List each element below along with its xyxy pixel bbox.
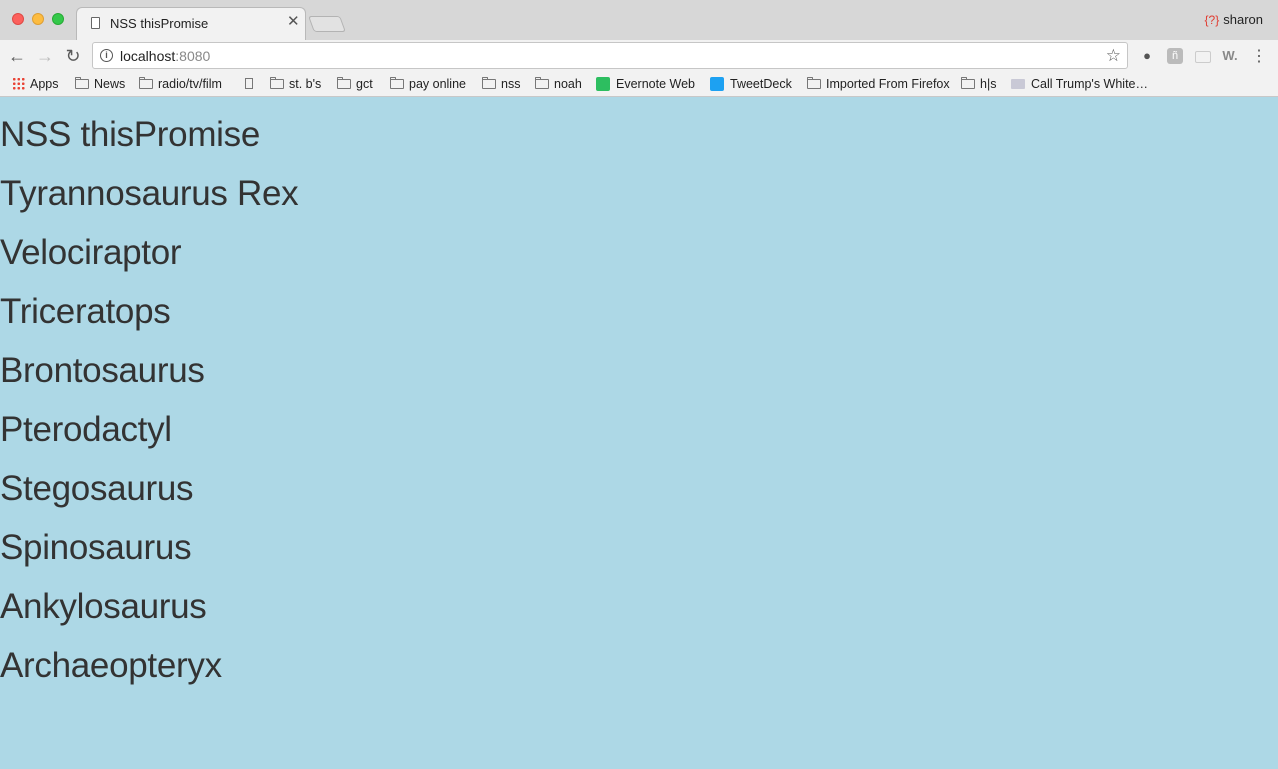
bookmark-label: News xyxy=(94,77,126,91)
bookmark-apps[interactable]: Apps xyxy=(12,75,59,93)
dinosaur-heading: Ankylosaurus xyxy=(0,587,207,626)
folder-icon xyxy=(75,77,89,89)
evernote-extension-icon[interactable]: ● xyxy=(1139,48,1155,64)
toolbar: ← → ↻ i localhost:8080 ☆ ● ñ W. ⋮ xyxy=(0,40,1278,72)
page-content: NSS thisPromise Tyrannosaurus Rex Veloci… xyxy=(0,97,1278,769)
bookmark-page[interactable] xyxy=(245,75,253,93)
address-bar[interactable]: i localhost:8080 ☆ xyxy=(92,42,1128,69)
tab-title: NSS thisPromise xyxy=(110,16,209,31)
dinosaur-heading: Spinosaurus xyxy=(0,528,192,567)
extension-icon[interactable]: ñ xyxy=(1167,48,1183,64)
page-icon xyxy=(91,17,100,29)
profile-button[interactable]: {?} sharon xyxy=(1205,12,1263,27)
profile-icon: {?} xyxy=(1204,13,1220,27)
profile-name: sharon xyxy=(1223,12,1263,27)
menu-dots-icon[interactable]: ⋮ xyxy=(1251,46,1267,66)
back-arrow-icon[interactable]: ← xyxy=(6,45,28,67)
evernote-icon xyxy=(596,77,610,91)
folder-icon xyxy=(270,77,284,89)
bookmark-label: h|s xyxy=(980,77,997,91)
forward-arrow-icon[interactable]: → xyxy=(34,45,56,67)
bookmark-pay-online[interactable]: pay online xyxy=(390,75,466,93)
url-host: localhost xyxy=(120,48,176,64)
extension-icon[interactable]: W. xyxy=(1222,48,1238,64)
dinosaur-heading: Pterodactyl xyxy=(0,410,172,449)
apps-grid-icon xyxy=(12,77,25,90)
bookmark-news[interactable]: News xyxy=(75,75,125,93)
site-icon xyxy=(1011,79,1025,89)
bookmark-imported-from-firefox[interactable]: Imported From Firefox xyxy=(807,75,950,93)
folder-icon xyxy=(337,77,351,89)
bookmark-label: Call Trump's White… xyxy=(1031,77,1148,91)
bookmark-label: pay online xyxy=(409,77,466,91)
folder-icon xyxy=(139,77,153,89)
bookmark-label: Apps xyxy=(30,77,59,91)
folder-icon xyxy=(807,77,821,89)
page-icon xyxy=(245,78,253,89)
extension-icon[interactable] xyxy=(1195,51,1211,63)
bookmarks-bar: Apps News radio/tv/film st. b's gct pay … xyxy=(0,72,1278,97)
bookmark-label: st. b's xyxy=(289,77,322,91)
maximize-window-button[interactable] xyxy=(52,13,64,25)
tweetdeck-icon xyxy=(710,77,724,91)
bookmark-h-s[interactable]: h|s xyxy=(961,75,996,93)
tab-strip: NSS thisPromise ✕ {?} sharon xyxy=(0,0,1278,40)
folder-icon xyxy=(961,77,975,89)
bookmark-label: Imported From Firefox xyxy=(826,77,950,91)
bookmark-star-icon[interactable]: ☆ xyxy=(1106,46,1121,66)
bookmark-radio-tv-film[interactable]: radio/tv/film xyxy=(139,75,222,93)
bookmark-label: radio/tv/film xyxy=(158,77,222,91)
dinosaur-heading: Stegosaurus xyxy=(0,469,194,508)
dinosaur-heading: Triceratops xyxy=(0,292,171,331)
folder-icon xyxy=(390,77,404,89)
bookmark-label: Evernote Web xyxy=(616,77,695,91)
page-title: NSS thisPromise xyxy=(0,115,261,154)
dinosaur-heading: Archaeopteryx xyxy=(0,646,222,685)
reload-icon[interactable]: ↻ xyxy=(62,45,84,67)
bookmark-gct[interactable]: gct xyxy=(337,75,373,93)
bookmark-label: TweetDeck xyxy=(730,77,792,91)
close-tab-icon[interactable]: ✕ xyxy=(287,13,300,30)
bookmark-label: nss xyxy=(501,77,521,91)
folder-icon xyxy=(482,77,496,89)
url-port: :8080 xyxy=(175,48,211,64)
browser-chrome: NSS thisPromise ✕ {?} sharon ← → ↻ i loca… xyxy=(0,0,1278,97)
minimize-window-button[interactable] xyxy=(32,13,44,25)
dinosaur-heading: Tyrannosaurus Rex xyxy=(0,174,299,213)
info-icon[interactable]: i xyxy=(100,49,113,62)
bookmark-nss[interactable]: nss xyxy=(482,75,520,93)
close-window-button[interactable] xyxy=(12,13,24,25)
bookmark-label: noah xyxy=(554,77,582,91)
bookmark-label: gct xyxy=(356,77,373,91)
folder-icon xyxy=(535,77,549,89)
tab-active[interactable]: NSS thisPromise ✕ xyxy=(76,7,306,40)
new-tab-button[interactable] xyxy=(308,16,346,32)
bookmark-call-trump[interactable]: Call Trump's White… xyxy=(1011,75,1148,93)
bookmark-evernote-web[interactable]: Evernote Web xyxy=(596,75,695,93)
url-text[interactable]: localhost:8080 xyxy=(120,48,210,64)
bookmark-tweetdeck[interactable]: TweetDeck xyxy=(710,75,792,93)
dinosaur-heading: Brontosaurus xyxy=(0,351,205,390)
dinosaur-heading: Velociraptor xyxy=(0,233,182,272)
bookmark-st-bs[interactable]: st. b's xyxy=(270,75,321,93)
bookmark-noah[interactable]: noah xyxy=(535,75,582,93)
